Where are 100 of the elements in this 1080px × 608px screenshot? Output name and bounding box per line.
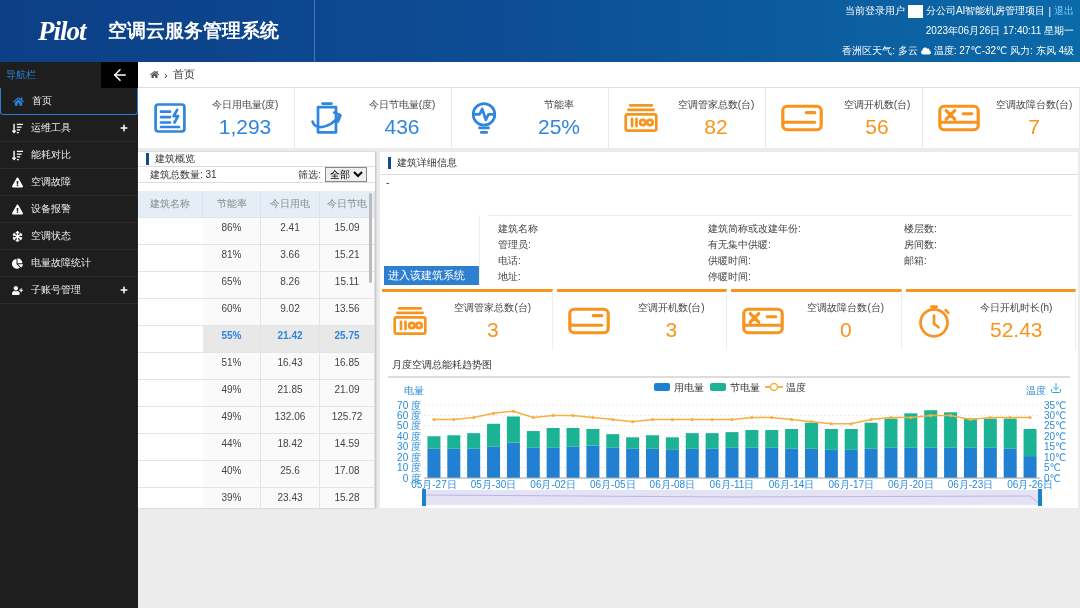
cloud-icon — [920, 46, 931, 56]
axis-label: 06月-14日 — [768, 479, 815, 490]
stat-label: 节能率 — [544, 97, 574, 112]
bar — [844, 429, 858, 450]
bar — [884, 418, 898, 448]
table-row[interactable]: 39% 23.43 15.28 — [138, 488, 375, 508]
breadcrumb-item[interactable]: 首页 — [172, 67, 195, 82]
table-row[interactable]: 51% 16.43 16.85 — [138, 353, 375, 380]
stat-value: 436 — [384, 114, 420, 139]
weather-detail: 温度: 27℃-32℃ 风力: 东风 4级 — [933, 44, 1074, 58]
table-cell: 86% — [203, 218, 261, 244]
data-point — [829, 422, 833, 426]
table-row[interactable]: 86% 2.41 15.09 — [138, 218, 375, 245]
enter-building-button[interactable]: 进入该建筑系统 — [384, 266, 479, 285]
field-label: 建筑简称或改建年份: — [708, 222, 802, 236]
data-point — [949, 413, 953, 418]
back-button[interactable] — [101, 62, 138, 88]
table-cell: 49% — [203, 380, 261, 406]
bar — [944, 412, 958, 448]
axis-title: 温度 — [1026, 385, 1046, 396]
table-row[interactable]: 49% 132.06 125.72 — [138, 407, 375, 434]
legend-item[interactable]: 用电量 — [654, 382, 704, 393]
axis-label: 05月-30日 — [470, 479, 517, 490]
legend-item[interactable]: 节电量 — [710, 382, 760, 393]
bar — [487, 446, 501, 478]
axis-label: 15℃ — [1044, 441, 1067, 453]
data-point — [491, 411, 496, 415]
legend-item[interactable]: 温度 — [764, 382, 806, 393]
table-row[interactable]: 60% 9.02 13.56 — [138, 299, 375, 326]
stat-value: 7 — [1028, 114, 1040, 139]
scrollbar[interactable] — [369, 193, 372, 283]
axis-label: 30℃ — [1044, 409, 1067, 421]
bar — [1023, 456, 1037, 478]
data-point — [790, 418, 794, 422]
axis-label: 5℃ — [1044, 462, 1061, 474]
home-icon — [150, 70, 159, 79]
stat-value: 1,293 — [218, 114, 272, 139]
bar — [506, 416, 520, 443]
table-cell: 17.08 — [320, 461, 375, 487]
filter-select[interactable]: 全部 — [325, 167, 367, 182]
app-title: 空调云服务管理系统 — [107, 19, 279, 43]
bar — [924, 410, 938, 448]
air-conditioner-icon — [780, 102, 824, 134]
field-label: 邮箱: — [904, 254, 928, 268]
field-label: 供暖时间: — [708, 254, 752, 268]
stat-value: 3 — [486, 317, 499, 342]
axis-label: 06月-05日 — [590, 479, 636, 490]
data-point — [531, 415, 535, 420]
data-point — [452, 418, 456, 422]
table-row[interactable]: 65% 8.26 15.11 — [138, 272, 375, 299]
table-row[interactable]: 44% 18.42 14.59 — [138, 434, 375, 461]
stat-label: 空调管家总数(台) — [677, 97, 755, 112]
stat-label: 今日开机时长(h) — [980, 300, 1053, 315]
stat-value: 82 — [704, 114, 728, 139]
table-cell: 15.28 — [320, 488, 375, 508]
sidebar-title: 导航栏 — [6, 68, 36, 82]
axis-label: 50 度 — [397, 420, 421, 432]
bar — [1023, 429, 1037, 457]
filter-label: 筛选: — [298, 167, 321, 182]
bar — [1003, 418, 1017, 449]
table-cell: 65% — [203, 272, 261, 298]
table-row[interactable]: 81% 3.66 15.21 — [138, 245, 375, 272]
field-label: 房间数: — [904, 238, 938, 252]
axis-label: 70 度 — [397, 399, 421, 411]
data-point — [730, 418, 734, 422]
table-cell: 39% — [203, 488, 261, 508]
table-cell: 2.41 — [261, 218, 320, 244]
chart-title: 月度空调总能耗趋势图 — [388, 358, 1070, 378]
table-row[interactable]: 49% 21.85 21.09 — [138, 380, 375, 407]
battery-arrow-icon — [309, 100, 345, 136]
logo: Pilot — [38, 15, 86, 47]
table-cell: 3.66 — [261, 245, 320, 271]
table-cell: 49% — [203, 407, 261, 433]
warning-icon — [12, 176, 23, 188]
data-point — [631, 420, 635, 424]
bar — [904, 413, 918, 448]
table-cell: 51% — [203, 353, 261, 379]
table-cell: 16.43 — [261, 353, 320, 379]
range-slider[interactable] — [422, 489, 1042, 506]
stat-label: 空调开机数(台) — [637, 300, 705, 315]
axis-label: 25℃ — [1044, 420, 1067, 432]
stat-label: 空调故障台数(台) — [995, 97, 1073, 112]
home-icon — [13, 95, 24, 107]
bar — [805, 422, 818, 449]
air-conditioner-tools-icon — [937, 102, 981, 134]
axis-label: 20℃ — [1044, 430, 1067, 442]
stat-label: 今日用电量(度) — [211, 97, 279, 112]
axis-label: 06月-08日 — [649, 479, 696, 490]
add-user-icon — [12, 284, 23, 296]
bar — [963, 418, 977, 448]
table-cell: 18.42 — [261, 434, 320, 460]
stat-value: 56 — [865, 114, 889, 139]
table-row[interactable]: 40% 25.6 17.08 — [138, 461, 375, 488]
stat-value: 52.43 — [989, 317, 1043, 342]
air-conditioner-tools-icon — [741, 305, 785, 337]
bar — [824, 429, 838, 450]
separator-text: | — [1048, 5, 1051, 17]
logout-link[interactable]: 退出 — [1054, 4, 1074, 18]
field-label: 电话: — [498, 254, 522, 268]
download-icon[interactable] — [1051, 383, 1061, 393]
